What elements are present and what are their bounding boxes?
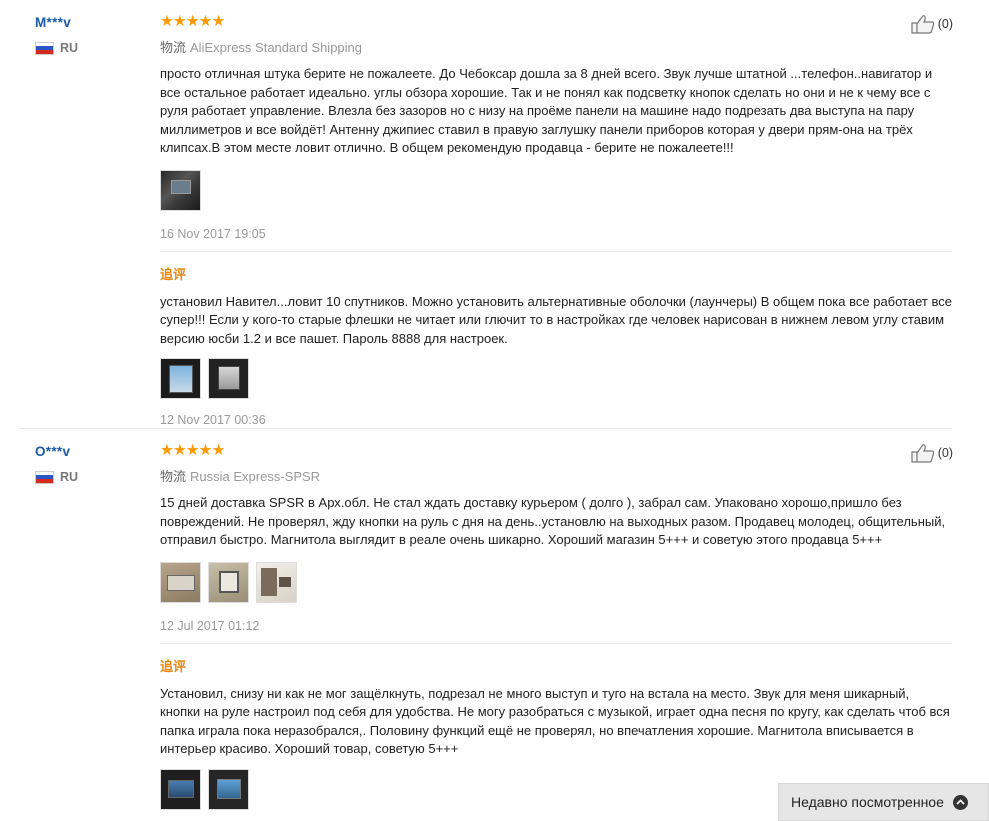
review-photo[interactable] xyxy=(208,561,249,603)
review-text: просто отличная штука берите не пожалеет… xyxy=(160,66,933,155)
reviewer-country: RU xyxy=(35,41,78,55)
shipping-method: 物流 Russia Express-SPSR xyxy=(160,466,952,485)
additional-feedback-text: установил Навител...ловит 10 спутников. … xyxy=(160,293,952,346)
additional-feedback-label: 追评 xyxy=(160,658,187,674)
reviewer-name[interactable]: O***v xyxy=(35,444,78,459)
reviewer-info: O***v RU xyxy=(35,444,78,484)
country-code: RU xyxy=(60,470,79,484)
chevron-up-circle-icon[interactable] xyxy=(952,794,968,810)
review-photo[interactable] xyxy=(160,561,201,603)
review-date: 16 Nov 2017 19:05 xyxy=(160,226,266,241)
shipping-label: 物流 xyxy=(160,469,187,484)
review-photo[interactable] xyxy=(208,768,249,810)
recently-viewed-label: Недавно посмотренное xyxy=(791,794,944,810)
review-photos xyxy=(160,561,952,603)
review-photo[interactable] xyxy=(208,358,249,399)
rating-stars: ★★★★★ xyxy=(160,13,225,30)
russia-flag-icon xyxy=(35,41,54,55)
divider xyxy=(160,642,952,644)
additional-date: 12 Nov 2017 00:36 xyxy=(160,413,266,427)
reviewer-name[interactable]: M***v xyxy=(35,15,78,30)
review-separator xyxy=(20,428,952,429)
review-photo[interactable] xyxy=(256,561,297,603)
shipping-name: Russia Express-SPSR xyxy=(190,469,321,484)
review-content: ★★★★★ 物流 Russia Express-SPSR 15 дней дост… xyxy=(160,443,952,810)
review-photo[interactable] xyxy=(160,358,201,399)
additional-feedback-label: 追评 xyxy=(160,266,187,282)
reviewer-country: RU xyxy=(35,470,78,484)
country-code: RU xyxy=(60,41,79,55)
additional-feedback-text: Установил, снизу ни как не мог защёлкнут… xyxy=(160,685,950,757)
rating-stars: ★★★★★ xyxy=(160,442,225,459)
shipping-name: AliExpress Standard Shipping xyxy=(190,40,363,55)
review-content: ★★★★★ 物流 AliExpress Standard Shipping про… xyxy=(160,14,952,427)
review-date: 12 Jul 2017 01:12 xyxy=(160,618,260,633)
review-photo[interactable] xyxy=(160,169,201,211)
review-photo[interactable] xyxy=(160,768,201,810)
review-photos xyxy=(160,169,952,211)
reviewer-info: M***v RU xyxy=(35,15,78,55)
recently-viewed-bar[interactable]: Недавно посмотренное xyxy=(778,783,989,821)
shipping-method: 物流 AliExpress Standard Shipping xyxy=(160,37,952,56)
shipping-label: 物流 xyxy=(160,40,187,55)
divider xyxy=(160,250,952,252)
review-text: 15 дней доставка SPSR в Арх.обл. Не стал… xyxy=(160,495,946,547)
additional-photos xyxy=(160,358,952,399)
russia-flag-icon xyxy=(35,470,54,484)
